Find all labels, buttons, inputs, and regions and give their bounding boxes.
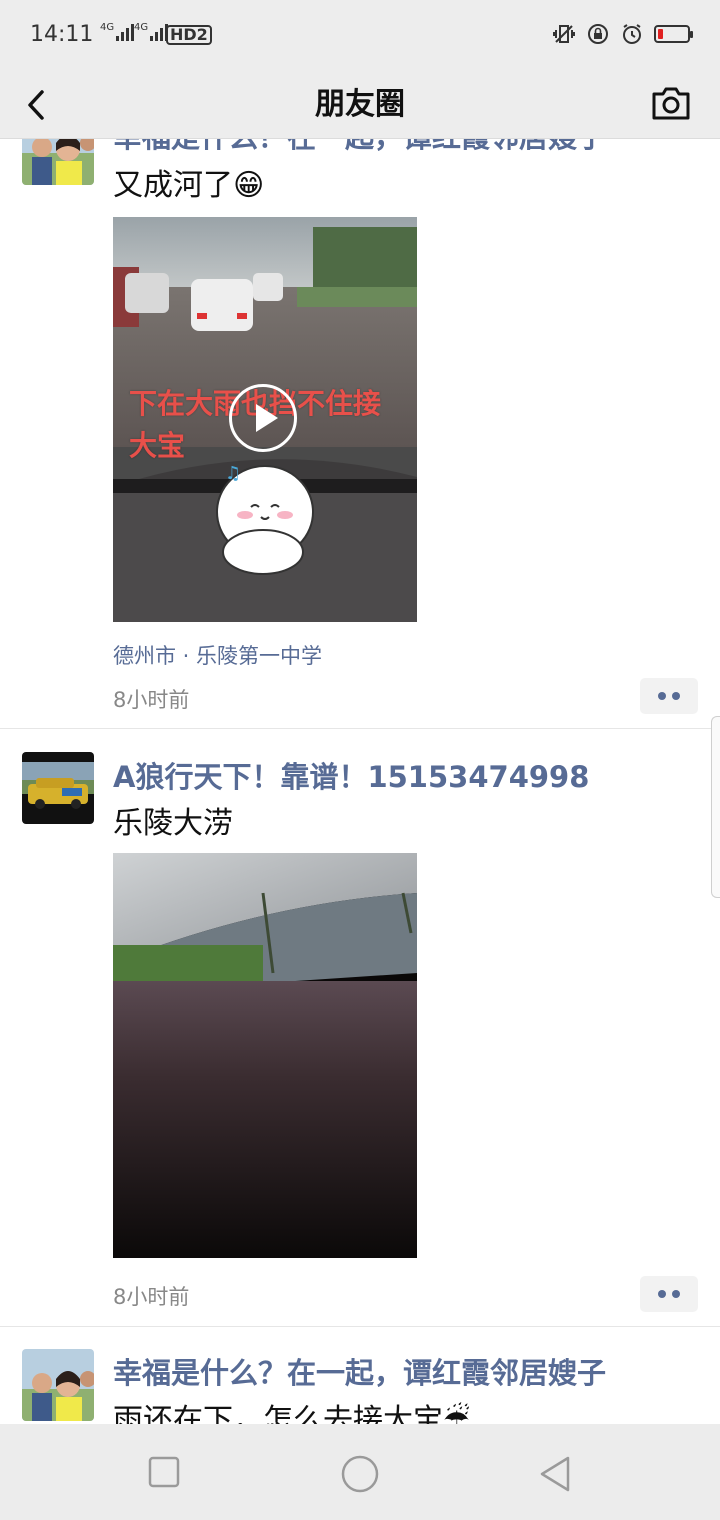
battery-icon [654,25,693,43]
post-divider [0,728,720,729]
more-options-button[interactable] [640,1276,698,1312]
post-video[interactable] [113,853,417,1258]
status-time: 14:11 [30,22,94,47]
back-nav-icon[interactable] [536,1454,576,1494]
network-type: 4G [134,22,149,33]
vibrate-icon [553,25,575,43]
network-type: 4G [100,22,115,33]
page-title: 朋友圈 [315,87,405,122]
signal-icon: 4G [100,22,135,41]
scroll-indicator[interactable] [711,716,720,898]
post-location[interactable]: 德州市 · 乐陵第一中学 [113,640,322,670]
dot-icon [658,1290,666,1298]
camera-icon[interactable] [650,84,692,122]
post-video[interactable]: ♫ 下在大雨也挡不住接 大宝 [113,217,417,622]
post-time: 8小时前 [113,1285,190,1309]
system-nav-bar [0,1424,720,1520]
post-text: 雨还在下，怎么去接大宝☔ [113,1403,470,1424]
dot-icon [672,692,680,700]
home-icon[interactable] [340,1454,380,1494]
rotation-lock-icon [588,24,608,44]
hd-voice-icon: HD2 [166,25,212,45]
post-divider [0,1326,720,1327]
dot-icon [672,1290,680,1298]
post-text: 又成河了😁 [113,168,265,203]
play-icon[interactable] [229,384,297,452]
more-options-button[interactable] [640,678,698,714]
recents-icon[interactable] [146,1454,182,1490]
dot-icon [658,692,666,700]
post-time: 8小时前 [113,688,190,712]
moments-feed[interactable]: 幸福是什么？在一起，谭红霞邻居嫂子 又成河了😁 [0,0,720,1424]
avatar[interactable] [22,752,94,824]
post-nickname[interactable]: 幸福是什么？在一起，谭红霞邻居嫂子 [113,1350,606,1392]
status-bar: 14:11 4G 4G HD2 [0,0,720,72]
alarm-icon [623,24,641,44]
top-nav-bar: 朋友圈 [0,72,720,139]
post-text: 乐陵大涝 [113,806,233,841]
signal-icon: 4G [134,22,169,41]
avatar[interactable] [22,1349,94,1421]
post-nickname[interactable]: A狼行天下！靠谱！15153474998 [113,754,589,796]
